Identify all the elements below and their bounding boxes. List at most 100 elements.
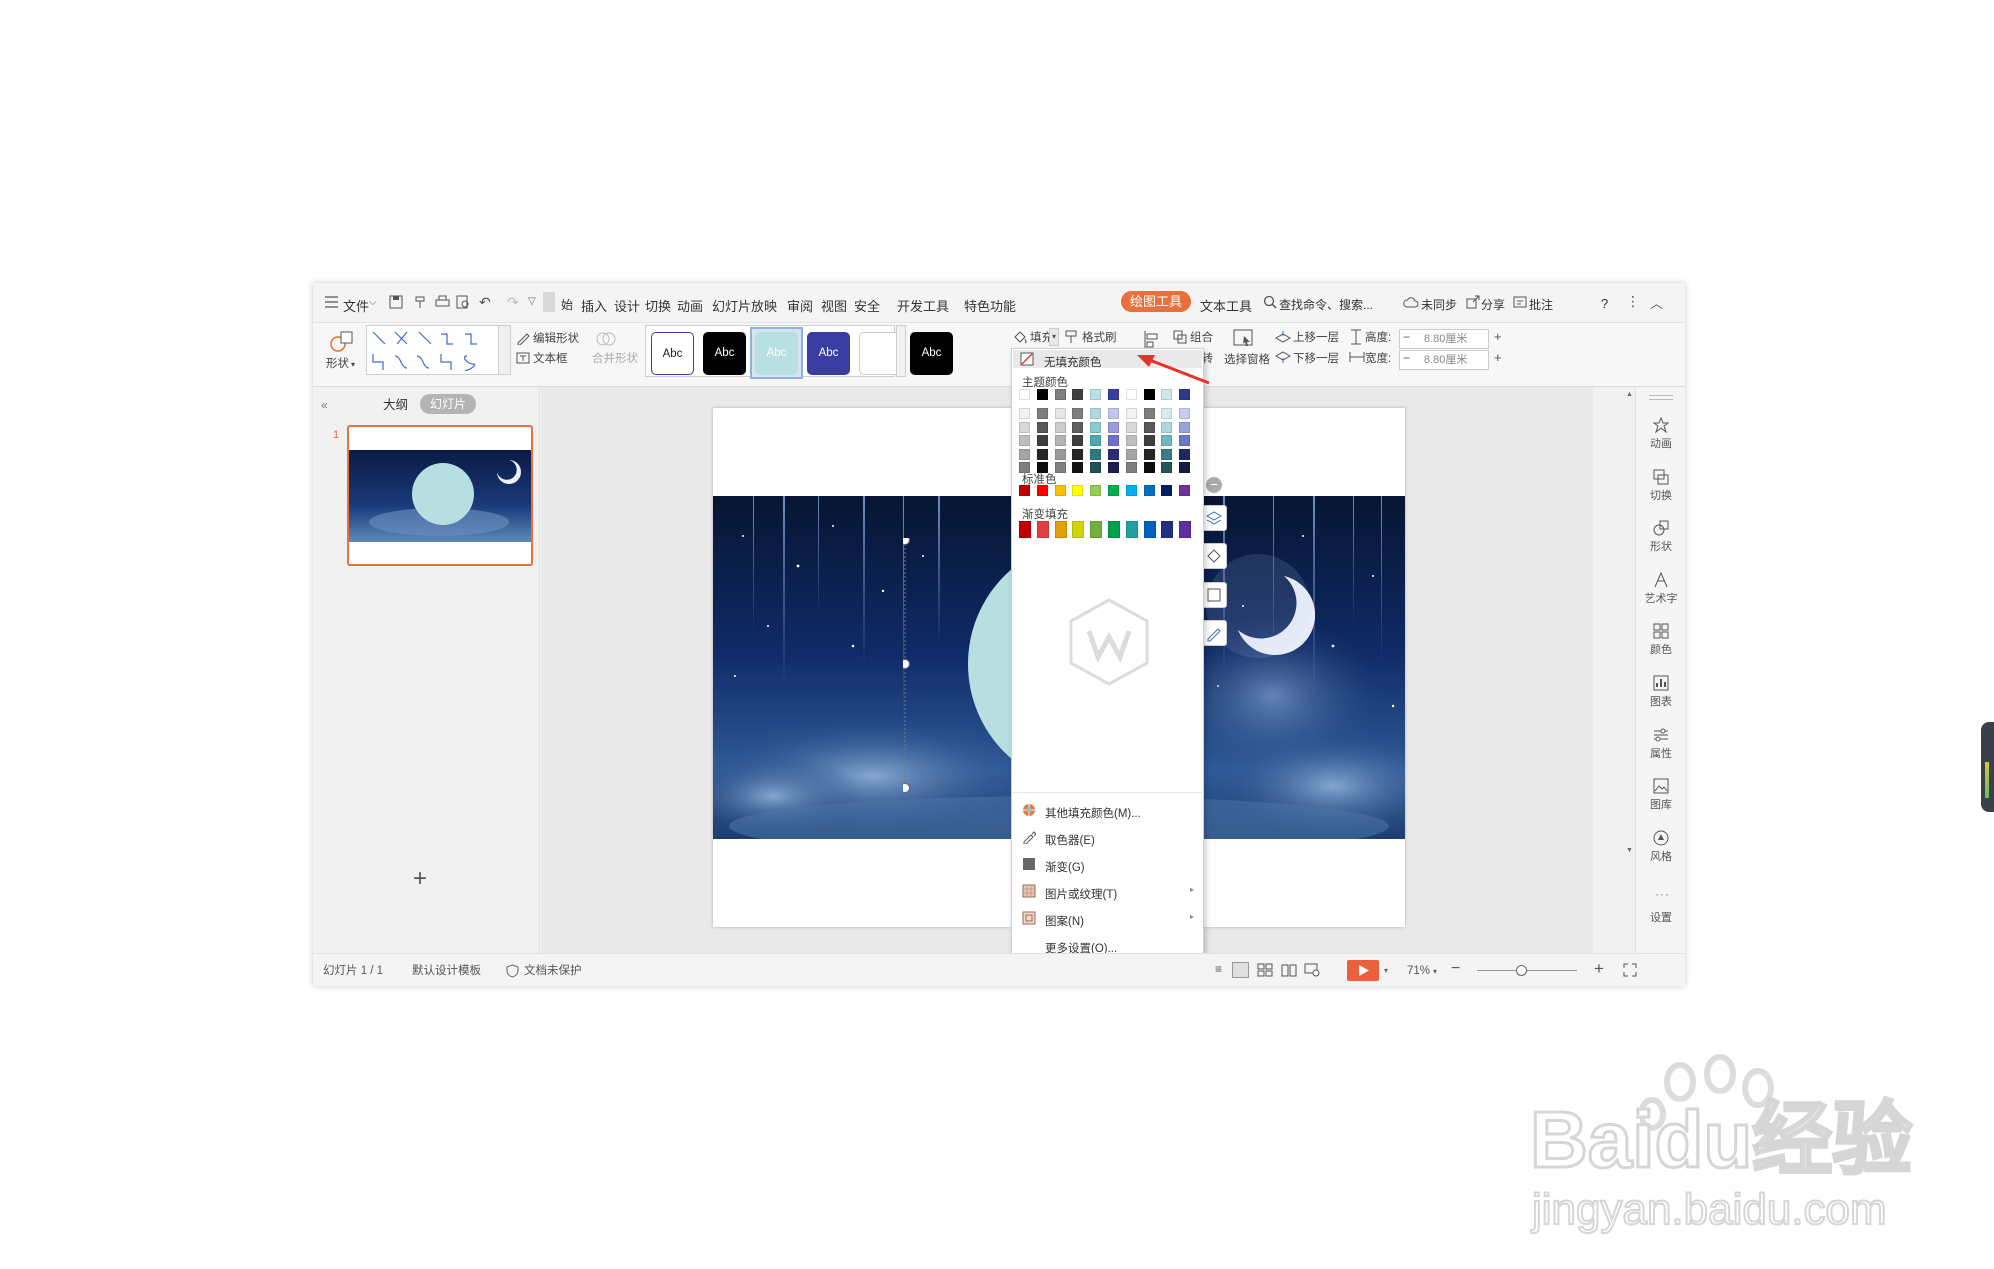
collapse-ribbon-icon[interactable]: ︿ bbox=[1650, 293, 1663, 312]
document-protection[interactable]: 文档未保护 bbox=[524, 965, 582, 978]
wordart-icon[interactable] bbox=[1653, 571, 1669, 588]
lines-gallery[interactable] bbox=[366, 325, 499, 375]
theme-shade-swatch[interactable] bbox=[1125, 421, 1137, 433]
gallery-icon[interactable] bbox=[1653, 778, 1669, 794]
redo-icon[interactable]: ↷ bbox=[507, 294, 519, 311]
tab-outline[interactable]: 大纲 bbox=[383, 399, 408, 412]
theme-shade-swatch[interactable] bbox=[1072, 448, 1084, 460]
gradient-color-swatch[interactable] bbox=[1090, 521, 1103, 538]
wordart-label[interactable]: 艺术字 bbox=[1636, 590, 1686, 606]
width-field[interactable]: 8.80厘米 bbox=[1399, 350, 1489, 370]
zoom-out-button[interactable]: − bbox=[1451, 960, 1460, 978]
line-shapes-icon[interactable] bbox=[367, 326, 500, 376]
sync-status[interactable]: 未同步 bbox=[1421, 296, 1457, 313]
floating-side-widget[interactable] bbox=[1981, 722, 1994, 812]
theme-shade-swatch[interactable] bbox=[1036, 435, 1048, 446]
theme-color-swatch[interactable] bbox=[1072, 389, 1084, 400]
style-black[interactable]: Abc bbox=[703, 332, 746, 375]
layers-icon[interactable] bbox=[1201, 505, 1227, 531]
hamburger-icon[interactable] bbox=[325, 295, 339, 313]
tab-start-truncated[interactable]: 始 bbox=[561, 296, 573, 313]
tab-slides[interactable]: 幻灯片 bbox=[420, 394, 476, 414]
theme-shade-swatch[interactable] bbox=[1108, 421, 1119, 433]
scroll-down-icon[interactable]: ▼ bbox=[1626, 847, 1633, 854]
chart-icon[interactable] bbox=[1653, 675, 1669, 691]
tab-features[interactable]: 特色功能 bbox=[964, 296, 1016, 315]
width-decrease[interactable]: − bbox=[1403, 351, 1410, 365]
eyedropper-option[interactable]: 取色器(E) bbox=[1045, 832, 1095, 848]
theme-shade-swatch[interactable] bbox=[1054, 408, 1066, 419]
theme-shade-swatch[interactable] bbox=[1161, 421, 1173, 433]
theme-shade-swatch[interactable] bbox=[1054, 435, 1066, 446]
theme-shade-swatch[interactable] bbox=[1179, 421, 1191, 433]
theme-shade-swatch[interactable] bbox=[1143, 408, 1155, 419]
transition-label[interactable]: 切换 bbox=[1636, 487, 1686, 503]
theme-color-swatch[interactable] bbox=[1019, 389, 1030, 400]
tab-drawing-tools[interactable]: 绘图工具 bbox=[1121, 291, 1191, 312]
collapse-pane-icon[interactable]: « bbox=[321, 398, 328, 412]
height-decrease[interactable]: − bbox=[1403, 330, 1410, 344]
style-light-teal[interactable]: Abc bbox=[755, 332, 798, 375]
bring-forward-button[interactable]: 上移一层 bbox=[1293, 332, 1339, 345]
animation-icon[interactable] bbox=[1652, 416, 1670, 434]
gradient-color-swatch[interactable] bbox=[1161, 521, 1174, 538]
theme-shade-swatch[interactable] bbox=[1143, 448, 1155, 460]
resize-handle-bottom-left[interactable] bbox=[903, 783, 910, 793]
pattern-option[interactable]: 图案(N) bbox=[1045, 913, 1084, 929]
save-icon[interactable] bbox=[389, 295, 403, 314]
gradient-color-swatch[interactable] bbox=[1036, 521, 1049, 538]
print-preview-icon[interactable] bbox=[456, 295, 470, 314]
zoom-dropdown-arrow[interactable]: ▾ bbox=[1433, 967, 1437, 976]
style-label[interactable]: 风格 bbox=[1636, 848, 1686, 864]
merge-shape-button[interactable]: 合并形状 bbox=[592, 353, 638, 366]
gallery-label[interactable]: 图库 bbox=[1636, 796, 1686, 812]
height-increase[interactable]: + bbox=[1494, 329, 1502, 344]
theme-shade-swatch[interactable] bbox=[1125, 462, 1137, 473]
standard-color-swatch[interactable] bbox=[1072, 485, 1084, 496]
format-icon[interactable] bbox=[414, 295, 428, 314]
theme-shade-swatch[interactable] bbox=[1036, 448, 1048, 460]
tab-security[interactable]: 安全 bbox=[854, 296, 880, 315]
tab-developer[interactable]: 开发工具 bbox=[897, 296, 949, 315]
gradient-color-swatch[interactable] bbox=[1143, 521, 1156, 538]
scroll-up-icon[interactable]: ▲ bbox=[1626, 391, 1633, 398]
no-fill-option[interactable]: 无填充颜色 bbox=[1044, 354, 1102, 370]
zoom-in-button[interactable]: + bbox=[1594, 959, 1604, 979]
theme-shade-swatch[interactable] bbox=[1125, 408, 1137, 419]
style-indigo[interactable]: Abc bbox=[807, 332, 850, 375]
width-increase[interactable]: + bbox=[1494, 350, 1502, 365]
standard-color-swatch[interactable] bbox=[1179, 485, 1191, 496]
color-grid-icon[interactable] bbox=[1653, 623, 1669, 639]
theme-shade-swatch[interactable] bbox=[1036, 408, 1048, 419]
tab-view[interactable]: 视图 bbox=[821, 296, 847, 315]
color-label[interactable]: 颜色 bbox=[1636, 641, 1686, 657]
tab-insert[interactable]: 插入 bbox=[581, 296, 607, 315]
vertical-scrollbar[interactable]: ▲ ▼ bbox=[1623, 387, 1635, 953]
help-button[interactable]: ? bbox=[1601, 296, 1608, 311]
gradient-color-swatch[interactable] bbox=[1125, 521, 1138, 538]
standard-color-swatch[interactable] bbox=[1161, 485, 1173, 496]
gradient-color-swatch[interactable] bbox=[1108, 521, 1120, 538]
send-backward-button[interactable]: 下移一层 bbox=[1293, 353, 1339, 366]
gallery-scroll[interactable] bbox=[499, 325, 511, 375]
theme-shade-swatch[interactable] bbox=[1036, 421, 1048, 433]
theme-shade-swatch[interactable] bbox=[1019, 421, 1030, 433]
theme-shade-swatch[interactable] bbox=[1090, 448, 1102, 460]
gradient-color-swatch[interactable] bbox=[1179, 521, 1192, 538]
slide-sorter-icon[interactable] bbox=[1257, 962, 1273, 983]
theme-shade-swatch[interactable] bbox=[1143, 462, 1155, 473]
shape-button-label[interactable]: 形状 bbox=[326, 358, 349, 371]
style-black-2[interactable]: Abc bbox=[910, 332, 953, 375]
presenter-view-icon[interactable] bbox=[1304, 962, 1320, 983]
theme-shade-swatch[interactable] bbox=[1090, 408, 1102, 419]
selection-pane-button[interactable]: 选择窗格 bbox=[1224, 354, 1270, 367]
settings-dots-icon[interactable]: ··· bbox=[1655, 887, 1670, 901]
theme-shade-swatch[interactable] bbox=[1019, 435, 1030, 446]
design-template[interactable]: 默认设计模板 bbox=[412, 965, 481, 978]
theme-shade-swatch[interactable] bbox=[1179, 448, 1191, 460]
shape-pane-icon[interactable] bbox=[1653, 520, 1669, 536]
tab-design[interactable]: 设计 bbox=[614, 296, 640, 315]
resize-handle-middle-left[interactable] bbox=[903, 659, 910, 669]
theme-shade-swatch[interactable] bbox=[1072, 462, 1084, 473]
style-gallery-scroll[interactable] bbox=[896, 325, 906, 377]
